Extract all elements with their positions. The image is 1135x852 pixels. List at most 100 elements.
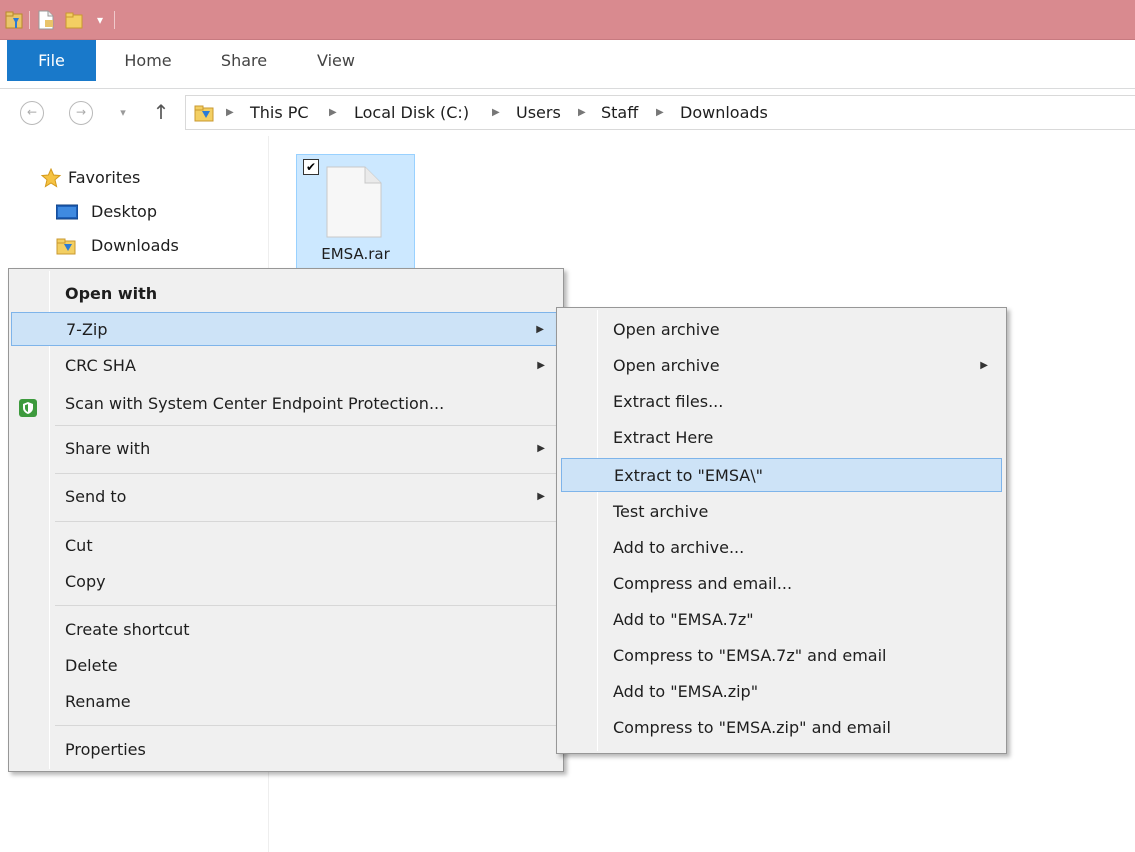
breadcrumb-users[interactable]: Users [516, 96, 561, 129]
endpoint-protection-icon [19, 395, 37, 417]
qat-separator [114, 11, 115, 29]
menu-item-crc-sha[interactable]: CRC SHA ▶ [11, 349, 561, 383]
breadcrumb-staff[interactable]: Staff [601, 96, 638, 129]
tab-view[interactable]: View [296, 40, 376, 81]
menu-separator [55, 725, 559, 726]
title-bar: ▾ [0, 0, 1135, 40]
star-icon [40, 167, 62, 188]
menu-separator [55, 425, 559, 426]
nav-item-label: Downloads [91, 236, 179, 255]
menu-item-label: Open archive [613, 356, 720, 375]
menu-item-label: Delete [65, 656, 118, 675]
downloads-folder-icon [194, 103, 216, 123]
tab-file[interactable]: File [7, 40, 96, 81]
submenu-item-add-to-archive[interactable]: Add to archive... [559, 531, 1004, 565]
menu-item-create-shortcut[interactable]: Create shortcut [11, 613, 561, 647]
qat-separator [29, 11, 30, 29]
breadcrumb-separator: ▶ [578, 107, 586, 118]
submenu-item-test-archive[interactable]: Test archive [559, 495, 1004, 529]
menu-item-label: 7-Zip [66, 320, 108, 339]
menu-item-label: Compress to "EMSA.zip" and email [613, 718, 891, 737]
menu-item-share-with[interactable]: Share with ▶ [11, 432, 561, 466]
menu-item-label: Extract files... [613, 392, 724, 411]
breadcrumb-this-pc[interactable]: This PC [250, 96, 309, 129]
menu-item-label: CRC SHA [65, 356, 136, 375]
back-button[interactable]: ← [20, 101, 44, 125]
breadcrumb-downloads[interactable]: Downloads [680, 96, 768, 129]
submenu-item-open-archive[interactable]: Open archive [559, 313, 1004, 347]
submenu-item-open-archive-more[interactable]: Open archive ▶ [559, 349, 1004, 383]
menu-item-label: Compress and email... [613, 574, 793, 593]
nav-item-label: Favorites [68, 168, 141, 187]
address-bar: ← → ▾ ↑ ▶ This PC ▶ Local Disk (C:) ▶ Us… [0, 89, 1135, 136]
menu-item-label: Extract to "EMSA\" [614, 466, 763, 485]
menu-separator [55, 473, 559, 474]
submenu-item-compress-email[interactable]: Compress and email... [559, 567, 1004, 601]
menu-item-send-to[interactable]: Send to ▶ [11, 480, 561, 514]
desktop-icon [55, 202, 79, 222]
menu-item-rename[interactable]: Rename [11, 685, 561, 719]
file-name: EMSA.rar [321, 245, 390, 263]
new-folder-icon[interactable] [64, 9, 84, 31]
submenu-arrow-icon: ▶ [537, 360, 545, 371]
file-item-selected[interactable]: ✔ EMSA.rar [296, 154, 415, 272]
new-item-icon[interactable] [36, 9, 56, 31]
breadcrumb-separator: ▶ [329, 107, 337, 118]
menu-item-label: Add to archive... [613, 538, 745, 557]
file-checkbox[interactable]: ✔ [303, 159, 319, 175]
menu-item-label: Cut [65, 536, 93, 555]
menu-item-label: Send to [65, 487, 127, 506]
submenu-item-compress-7z-email[interactable]: Compress to "EMSA.7z" and email [559, 639, 1004, 673]
submenu-arrow-icon: ▶ [537, 491, 545, 502]
submenu-item-add-to-7z[interactable]: Add to "EMSA.7z" [559, 603, 1004, 637]
breadcrumb-local-disk[interactable]: Local Disk (C:) [354, 96, 469, 129]
menu-item-cut[interactable]: Cut [11, 529, 561, 563]
menu-item-label: Test archive [613, 502, 709, 521]
tab-share[interactable]: Share [204, 40, 284, 81]
menu-item-7zip[interactable]: 7-Zip ▶ [11, 312, 561, 346]
submenu-item-add-to-zip[interactable]: Add to "EMSA.zip" [559, 675, 1004, 709]
file-icon [325, 165, 383, 239]
menu-item-label: Copy [65, 572, 106, 591]
menu-item-scan[interactable]: Scan with System Center Endpoint Protect… [11, 387, 561, 421]
breadcrumb-separator: ▶ [492, 107, 500, 118]
folder-properties-icon[interactable] [5, 9, 25, 31]
menu-item-label: Create shortcut [65, 620, 190, 639]
menu-item-label: Open with [65, 284, 158, 303]
context-menu: Open with 7-Zip ▶ CRC SHA ▶ Scan with Syst… [8, 268, 564, 772]
menu-item-properties[interactable]: Properties [11, 733, 561, 767]
menu-item-label: Share with [65, 439, 151, 458]
menu-item-open-with[interactable]: Open with [11, 277, 561, 311]
downloads-folder-icon [56, 236, 78, 256]
menu-item-label: Rename [65, 692, 131, 711]
menu-separator [55, 521, 559, 522]
submenu-arrow-icon: ▶ [980, 360, 988, 371]
tab-home[interactable]: Home [108, 40, 188, 81]
forward-button[interactable]: → [69, 101, 93, 125]
menu-item-label: Properties [65, 740, 146, 759]
recent-locations-icon[interactable]: ▾ [114, 103, 132, 123]
customize-qat-icon[interactable]: ▾ [92, 9, 108, 31]
nav-item-label: Desktop [91, 202, 157, 221]
submenu-item-extract-here[interactable]: Extract Here [559, 421, 1004, 455]
submenu-item-compress-zip-email[interactable]: Compress to "EMSA.zip" and email [559, 711, 1004, 745]
submenu-arrow-icon: ▶ [537, 443, 545, 454]
ribbon: File Home Share View [0, 40, 1135, 89]
menu-item-copy[interactable]: Copy [11, 565, 561, 599]
submenu-item-extract-files[interactable]: Extract files... [559, 385, 1004, 419]
menu-item-label: Extract Here [613, 428, 714, 447]
submenu-item-extract-to-folder[interactable]: Extract to "EMSA\" [561, 458, 1002, 492]
address-field[interactable]: ▶ This PC ▶ Local Disk (C:) ▶ Users ▶ St… [185, 95, 1135, 130]
menu-item-delete[interactable]: Delete [11, 649, 561, 683]
menu-item-label: Add to "EMSA.zip" [613, 682, 759, 701]
menu-item-label: Add to "EMSA.7z" [613, 610, 754, 629]
breadcrumb-separator: ▶ [656, 107, 664, 118]
up-button[interactable]: ↑ [150, 99, 172, 125]
submenu-arrow-icon: ▶ [536, 324, 544, 335]
menu-item-label: Open archive [613, 320, 720, 339]
submenu-7zip: Open archive Open archive ▶ Extract files… [556, 307, 1007, 754]
menu-item-label: Scan with System Center Endpoint Protect… [65, 394, 445, 413]
menu-separator [55, 605, 559, 606]
menu-item-label: Compress to "EMSA.7z" and email [613, 646, 887, 665]
breadcrumb-separator: ▶ [226, 107, 234, 118]
